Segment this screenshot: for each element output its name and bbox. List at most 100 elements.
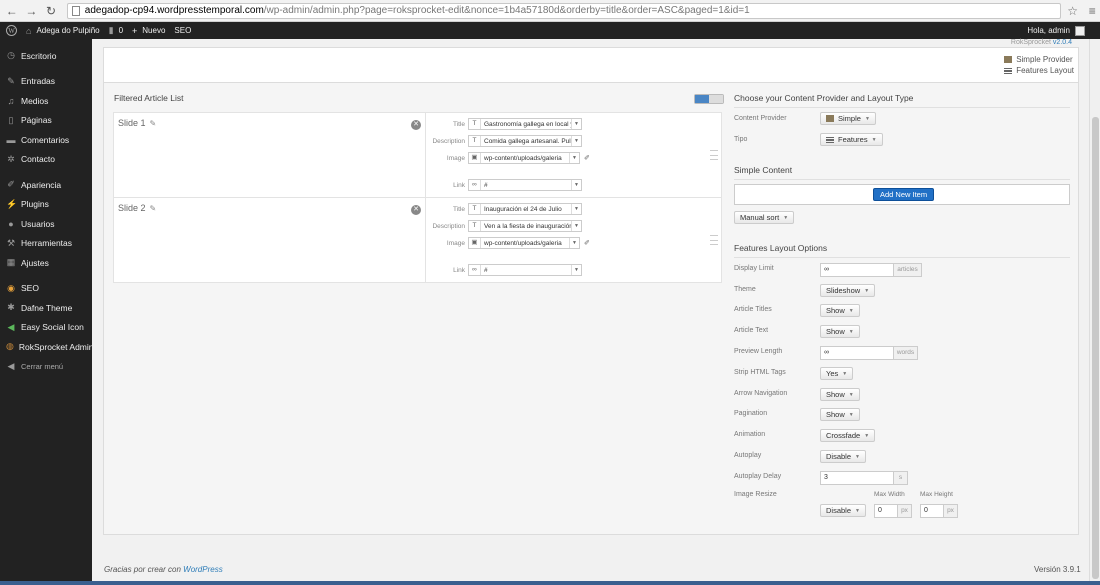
sidebar-item-roksprocket-admin[interactable]: ◍ RokSprocket Admin [0,337,94,357]
text-type-icon: T [469,136,481,146]
chevron-down-icon[interactable]: ▼ [571,180,581,190]
wordpress-link[interactable]: WordPress [183,565,223,574]
sidebar-item-herramientas[interactable]: ⚒ Herramientas [0,234,92,254]
pencil-icon[interactable]: ✎ [150,204,157,213]
chevron-down-icon[interactable]: ▼ [569,153,579,163]
wordpress-logo-icon[interactable]: W [6,25,17,36]
scrollbar-thumb[interactable] [1092,117,1099,579]
image-resize-dropdown[interactable]: Disable ▼ [820,504,866,517]
link-field[interactable]: ∞ # ▼ [468,264,582,276]
animation-label: Animation [734,431,766,438]
slide-title[interactable]: Slide 2 ✎ [118,203,156,213]
tipo-dropdown[interactable]: Features ▼ [820,133,883,146]
chevron-down-icon[interactable]: ▼ [569,238,579,248]
max-height-input[interactable]: 0 [920,504,944,518]
address-bar[interactable]: adegadop-cp94.wordpresstemporal.com /wp-… [66,2,1061,19]
article-text-dropdown[interactable]: Show ▼ [820,325,860,338]
chevron-down-icon: ▼ [783,214,789,221]
os-taskbar [0,581,1100,585]
autoplay-delay-input[interactable]: 3 [820,471,894,485]
pencil-icon[interactable]: ✎ [150,119,157,128]
link-field[interactable]: ∞ # ▼ [468,179,582,191]
sidebar-item-usuarios[interactable]: ● Usuarios [0,214,92,234]
animation-dropdown[interactable]: Crossfade ▼ [820,429,876,442]
chevron-down-icon[interactable]: ▼ [571,265,581,275]
back-icon[interactable]: ← [4,3,20,19]
sidebar-item-paginas[interactable]: ▯ Páginas [0,111,92,131]
chevron-down-icon[interactable]: ▼ [571,136,581,146]
sidebar-item-apariencia[interactable]: ✐ Apariencia [0,175,92,195]
browser-menu-icon[interactable]: ≡ [1084,3,1100,19]
chevron-down-icon[interactable]: ▼ [571,119,581,129]
chevron-down-icon[interactable]: ▼ [571,221,581,231]
features-layout-tab[interactable]: Features Layout [1004,65,1074,76]
sidebar-item-label: Apariencia [21,179,62,190]
chevron-down-icon[interactable]: ▼ [571,204,581,214]
chevron-down-icon: ▼ [855,507,860,514]
image-label: Image [446,154,465,162]
drag-handle-icon[interactable] [710,235,718,245]
forward-icon[interactable]: → [24,3,40,19]
slide-title[interactable]: Slide 1 ✎ [118,118,156,128]
sidebar-item-label: Páginas [21,115,52,126]
sidebar-item-ajustes[interactable]: ▦ Ajustes [0,253,92,273]
drag-handle-icon[interactable] [710,150,718,160]
title-field[interactable]: T Gastronomía gallega en local y ▼ [468,118,582,130]
preview-length-input[interactable]: ∞ [820,346,894,360]
sidebar-item-plugins[interactable]: ⚡ Plugins [0,195,92,215]
sidebar-item-easy-social-icon[interactable]: ◀ Easy Social Icon [0,318,92,338]
seo-link[interactable]: SEO [174,26,191,35]
display-limit-input[interactable]: ∞ [820,263,894,277]
sidebar-item-entradas[interactable]: ✎ Entradas [0,72,92,92]
simple-provider-tab[interactable]: Simple Provider [1004,54,1074,65]
reload-icon[interactable]: ↻ [43,3,59,19]
title-field[interactable]: T Inauguración el 24 de Julio ▼ [468,203,582,215]
sidebar-item-seo[interactable]: ◉ SEO [0,279,92,299]
remove-slide-icon[interactable]: ✕ [411,120,421,130]
sidebar-item-medios[interactable]: ♫ Medios [0,91,92,111]
sidebar-item-dafne-theme[interactable]: ✱ Dafne Theme [0,298,92,318]
view-toggle[interactable] [694,94,724,104]
list-view-icon[interactable] [695,95,710,103]
comments-link[interactable]: ▮ 0 [109,25,123,36]
image-field[interactable]: ▣ wp-content/uploads/galeria ▼ [468,237,580,249]
sidebar-item-label: Ajustes [21,257,49,268]
description-field[interactable]: T Comida gallega artesanal. Pulpo ▼ [468,135,582,147]
edit-image-icon[interactable]: ✐ [584,154,590,162]
plus-icon: + [132,25,138,36]
theme-dropdown[interactable]: Slideshow ▼ [820,284,876,297]
edit-image-icon[interactable]: ✐ [584,239,590,247]
new-content-link[interactable]: + Nuevo [132,26,165,36]
add-new-item-button[interactable]: Add New Item [873,188,935,201]
content-provider-dropdown[interactable]: Simple ▼ [820,112,876,125]
strip-html-dropdown[interactable]: Yes ▼ [820,367,854,380]
chevron-down-icon: ▼ [864,115,870,122]
page-scrollbar[interactable] [1089,39,1100,581]
account-menu[interactable]: Hola, admin [1027,25,1085,36]
plug-icon: ⚡ [6,198,18,209]
pagination-dropdown[interactable]: Show ▼ [820,408,860,421]
sidebar-item-contacto[interactable]: ✲ Contacto [0,150,92,170]
collapse-menu-button[interactable]: ◀ Cerrar menú [0,357,92,377]
max-width-input[interactable]: 0 [874,504,898,518]
description-field[interactable]: T Ven a la fiesta de inauguración ▼ [468,220,582,232]
article-titles-dropdown[interactable]: Show ▼ [820,304,860,317]
site-name-link[interactable]: ⌂ Adega do Pulpiño [26,26,100,36]
grid-view-icon[interactable] [709,95,723,103]
admin-bar: W ⌂ Adega do Pulpiño ▮ 0 + Nuevo SEO Hol… [0,22,1100,39]
autoplay-dropdown[interactable]: Disable ▼ [820,450,866,463]
page-icon [71,5,80,16]
manual-sort-dropdown[interactable]: Manual sort ▼ [734,211,795,224]
comment-bubble-icon: ▮ [108,25,114,35]
title-field-row: Title T Gastronomía gallega en local y ▼ [427,118,582,130]
description-value: Ven a la fiesta de inauguración [484,222,571,230]
arrow-nav-value: Show [826,390,845,399]
sidebar-item-escritorio[interactable]: ◷ Escritorio [0,46,92,66]
bookmark-star-icon[interactable]: ☆ [1065,3,1081,19]
plugin-name: RokSprocket [1010,39,1051,46]
sidebar-item-comentarios[interactable]: ▬ Comentarios [0,130,92,150]
arrow-nav-dropdown[interactable]: Show ▼ [820,388,860,401]
remove-slide-icon[interactable]: ✕ [411,205,421,215]
image-field[interactable]: ▣ wp-content/uploads/galeria ▼ [468,152,580,164]
collapse-arrow-icon: ◀ [7,360,15,371]
